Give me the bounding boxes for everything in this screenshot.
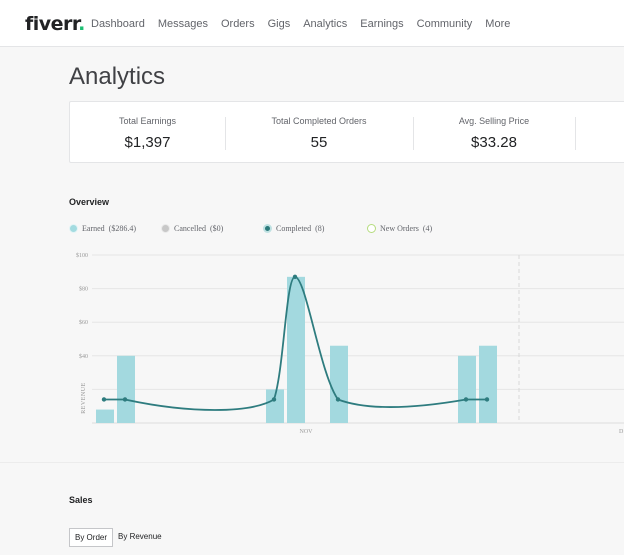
completed-orders-point	[101, 397, 107, 402]
legend-completed[interactable]: Completed (8)	[263, 224, 324, 233]
x-tick-label: NOV	[300, 429, 314, 435]
y-tick-label: $80	[79, 286, 88, 293]
nav-more[interactable]: More	[485, 18, 510, 30]
page-title: Analytics	[69, 63, 166, 90]
legend-new-orders[interactable]: New Orders (4)	[367, 224, 432, 233]
stat-value: 55	[310, 134, 328, 151]
nav-orders[interactable]: Orders	[221, 18, 255, 30]
nav-community[interactable]: Community	[417, 18, 473, 30]
legend-dot-cancelled	[161, 224, 170, 233]
legend-amount: (4)	[422, 224, 433, 233]
completed-orders-point	[122, 397, 128, 402]
revenue-bar	[117, 355, 135, 423]
fiverr-logo[interactable]: fiverr.	[25, 13, 85, 35]
stat-value: $1,397	[124, 134, 171, 151]
legend-dot-new-orders	[367, 224, 376, 233]
legend-amount: ($0)	[209, 224, 224, 233]
stat-value: $33.28	[471, 134, 517, 151]
top-navigation: fiverr. Dashboard Messages Orders Gigs A…	[0, 0, 624, 47]
tab-by-order[interactable]: By Order	[69, 528, 114, 547]
x-tick-label: D	[619, 429, 624, 435]
legend-amount: (8)	[315, 224, 325, 233]
sales-tabs: By Order By Revenue	[69, 528, 167, 547]
nav-messages[interactable]: Messages	[158, 18, 208, 30]
revenue-bar	[479, 345, 497, 423]
logo-text: fiverr	[25, 13, 79, 35]
stats-panel: Total Earnings $1,397 Total Completed Or…	[69, 101, 624, 163]
stat-divider	[575, 117, 576, 150]
y-tick-label: $40	[79, 353, 88, 360]
completed-orders-point	[335, 397, 341, 402]
revenue-bar	[330, 345, 348, 423]
tab-by-revenue[interactable]: By Revenue	[113, 528, 167, 547]
overview-heading: Overview	[69, 197, 110, 207]
legend-cancelled[interactable]: Cancelled ($0)	[161, 224, 223, 233]
chart-legend: Earned ($286.4) Cancelled ($0) Completed…	[69, 224, 469, 236]
overview-chart: $100 $80 $60 $40 REVENUE NOV D	[76, 252, 624, 435]
nav-links: Dashboard Messages Orders Gigs Analytics…	[91, 18, 523, 30]
logo-dot: .	[78, 13, 85, 35]
legend-amount: ($286.4)	[108, 224, 136, 233]
completed-orders-point	[292, 274, 298, 280]
stat-avg-selling-price: Avg. Selling Price $33.28	[413, 102, 575, 162]
nav-gigs[interactable]: Gigs	[268, 18, 291, 30]
stat-total-earnings: Total Earnings $1,397	[70, 102, 225, 162]
legend-name: New Orders	[380, 224, 419, 233]
stat-label: Avg. Selling Price	[458, 116, 530, 126]
sales-heading: Sales	[69, 495, 93, 505]
nav-earnings[interactable]: Earnings	[360, 18, 403, 30]
section-divider	[0, 462, 624, 463]
completed-orders-point	[271, 397, 277, 402]
legend-name: Earned	[82, 224, 105, 233]
revenue-bar	[458, 355, 476, 423]
legend-dot-completed	[263, 224, 272, 233]
completed-orders-point	[463, 397, 469, 402]
y-tick-label: $60	[79, 319, 88, 326]
stat-label: Total Earnings	[118, 116, 177, 126]
revenue-bar	[96, 409, 114, 423]
legend-earned[interactable]: Earned ($286.4)	[69, 224, 136, 233]
completed-orders-point	[484, 397, 490, 402]
y-axis-label: REVENUE	[81, 382, 87, 414]
nav-dashboard[interactable]: Dashboard	[91, 18, 145, 30]
legend-dot-earned	[69, 224, 78, 233]
legend-name: Cancelled	[174, 224, 206, 233]
stat-label: Total Completed Orders	[271, 116, 367, 126]
stat-total-completed-orders: Total Completed Orders 55	[225, 102, 413, 162]
legend-name: Completed	[276, 224, 312, 233]
revenue-bar	[287, 276, 305, 423]
y-tick-label: $100	[76, 252, 88, 259]
nav-analytics[interactable]: Analytics	[303, 18, 347, 30]
